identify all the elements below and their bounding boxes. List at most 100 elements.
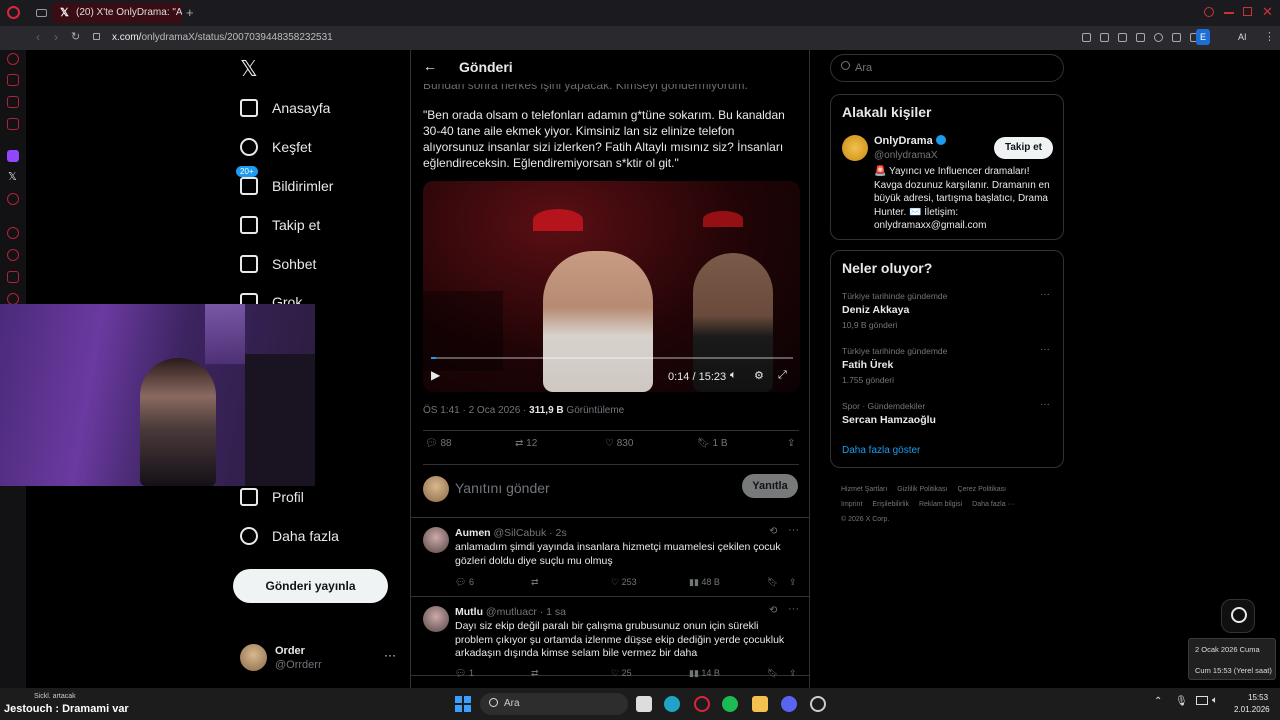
sidebar-icon[interactable] — [7, 96, 19, 108]
network-icon[interactable] — [1196, 696, 1208, 705]
discord-icon[interactable] — [781, 696, 797, 712]
footer-link[interactable]: Çerez Politikası — [957, 486, 1006, 493]
sidebar-icon[interactable] — [7, 227, 19, 239]
volume-icon[interactable]: 🔈︎ — [1212, 695, 1218, 706]
more-icon[interactable]: ··· — [788, 603, 799, 615]
trend-item[interactable]: Spor · Gündemdekiler Sercan Hamzaoğlu ··· — [842, 399, 1054, 449]
new-tab-button[interactable]: + — [186, 5, 194, 20]
volume-icon[interactable]: 🔈︎ — [730, 369, 737, 382]
footer-link[interactable]: Erişilebilirlik — [872, 501, 909, 508]
taskbar-date[interactable]: 2.01.2026 — [1234, 705, 1270, 714]
avatar[interactable] — [423, 606, 449, 632]
nav-item-sohbet[interactable]: Sohbet — [240, 250, 316, 278]
sidebar-icon[interactable] — [7, 53, 19, 65]
views-icon[interactable]: ▮▮ 48 B — [689, 577, 720, 588]
taskbar-search[interactable]: Ara — [480, 693, 628, 715]
reply-author[interactable]: Aumen — [455, 527, 491, 539]
bookmark-icon[interactable]: 🔖︎ — [767, 668, 778, 679]
bookmark-icon[interactable]: 🔖︎ 1 B — [697, 438, 728, 449]
extension-e-icon[interactable]: E — [1196, 29, 1210, 45]
like-icon[interactable]: ♡ 25 — [611, 668, 632, 679]
avatar[interactable] — [842, 135, 868, 161]
reply-item[interactable]: Mutlu @mutluacr · 1 sa ⟲ ··· Dayı siz ekip … — [411, 598, 809, 679]
sidebar-icon[interactable] — [7, 193, 19, 205]
more-icon[interactable]: ··· — [1040, 289, 1050, 300]
nav-item-daha-fazla[interactable]: Daha fazla — [240, 522, 339, 550]
repost-icon[interactable]: ⇄ 12 — [515, 438, 537, 449]
trend-item[interactable]: Türkiye tarihinde gündemde Fatih Ürek 1.75… — [842, 344, 1054, 394]
back-icon[interactable]: ‹ — [36, 30, 40, 44]
more-icon[interactable]: ··· — [1040, 399, 1050, 410]
video-progress-track[interactable] — [431, 357, 793, 359]
window-search-icon[interactable] — [1204, 7, 1214, 17]
reply-author[interactable]: Mutlu — [455, 606, 483, 618]
x-logo-icon[interactable]: 𝕏 — [240, 56, 258, 82]
fullscreen-icon[interactable]: ⤢ — [778, 369, 787, 382]
more-icon[interactable]: ··· — [1040, 344, 1050, 355]
share-icon[interactable]: ⇪ — [787, 438, 795, 449]
repost-icon[interactable]: ⇄ — [531, 577, 539, 588]
menu-icon[interactable]: ⋮ — [1264, 30, 1275, 43]
search-input[interactable]: Ara — [855, 62, 872, 74]
opera-icon[interactable] — [694, 696, 710, 712]
grok-icon[interactable]: ⟲ — [769, 526, 777, 537]
x-sidebar-icon[interactable]: 𝕏 — [8, 170, 17, 183]
reply-input[interactable]: Yanıtını gönder — [455, 480, 550, 496]
repost-icon[interactable]: ⇄ — [531, 668, 539, 679]
twitch-icon[interactable] — [7, 150, 19, 162]
sidebar-icon[interactable] — [7, 271, 19, 283]
maximize-icon[interactable] — [1243, 7, 1252, 16]
back-arrow-icon[interactable]: ← — [423, 58, 437, 74]
share-icon[interactable]: ⇪ — [789, 668, 797, 679]
reply-item[interactable]: Aumen @SilCabuk · 2s ⟲ ··· anlamadım şimdi … — [411, 519, 809, 597]
search-box[interactable]: Ara — [830, 54, 1064, 82]
nav-item-profil[interactable]: Profil — [240, 483, 304, 511]
footer-link[interactable]: Gizlilik Politikası — [897, 486, 947, 493]
tab-active[interactable]: 𝕏 (20) X'te OnlyDrama: "Ata — [52, 3, 182, 23]
video-player[interactable]: ▶ 0:14 / 15:23 🔈︎ ⚙ ⤢ — [423, 181, 800, 392]
grok-float-button[interactable] — [1221, 599, 1255, 633]
minimize-icon[interactable] — [1224, 12, 1234, 14]
play-icon[interactable]: ▶ — [431, 368, 440, 382]
more-icon[interactable]: ··· — [788, 524, 799, 536]
post-button[interactable]: Gönderi yayınla — [233, 569, 388, 603]
file-explorer-icon[interactable] — [752, 696, 768, 712]
reply-button[interactable]: Yanıtla — [742, 474, 798, 498]
footer-link[interactable]: © 2026 X Corp. — [841, 516, 889, 523]
account-switcher[interactable]: Order @Orrderr ··· — [240, 642, 410, 682]
sidebar-icon[interactable] — [7, 74, 19, 86]
windows-start-icon[interactable] — [455, 696, 471, 712]
taskbar-time[interactable]: 15:53 — [1248, 693, 1268, 702]
follow-button[interactable]: Takip et — [994, 137, 1053, 159]
grok-icon[interactable]: ⟲ — [769, 605, 777, 616]
tray-chevron-icon[interactable]: ⌃ — [1154, 696, 1162, 707]
views-icon[interactable]: ▮▮ 14 B — [689, 668, 720, 679]
account-more-icon[interactable]: ··· — [384, 648, 396, 662]
forward-icon[interactable]: › — [54, 30, 58, 44]
footer-link[interactable]: Daha fazla ··· — [972, 501, 1014, 508]
nav-item-anasayfa[interactable]: Anasayfa — [240, 94, 330, 122]
close-icon[interactable]: ✕ — [1262, 4, 1273, 20]
bookmark-icon[interactable]: 🔖︎ — [767, 577, 778, 588]
opera-logo-icon[interactable] — [7, 6, 20, 19]
nav-item-keşfet[interactable]: Keşfet — [240, 133, 312, 161]
share-icon[interactable]: ⇪ — [789, 577, 797, 588]
reply-icon[interactable]: 💬︎ 1 — [455, 668, 474, 679]
nav-item-takip-et[interactable]: Takip et — [240, 211, 320, 239]
reply-icon[interactable]: 💬︎ 88 — [425, 438, 452, 449]
avatar[interactable] — [423, 527, 449, 553]
spotify-icon[interactable] — [722, 696, 738, 712]
tab-list-icon[interactable] — [36, 9, 47, 17]
sidebar-icon[interactable] — [7, 118, 19, 130]
extensions-icons[interactable] — [1082, 33, 1212, 43]
edge-icon[interactable] — [664, 696, 680, 712]
footer-link[interactable]: Reklam bilgisi — [919, 501, 962, 508]
settings-icon[interactable]: ⚙ — [754, 369, 764, 382]
nav-item-bildirimler[interactable]: 20+ Bildirimler — [236, 166, 333, 200]
like-icon[interactable]: ♡ 830 — [605, 438, 633, 449]
url-field[interactable]: x.com/onlydramaX/status/2007039448358232… — [112, 32, 333, 43]
ai-icon[interactable]: AI — [1238, 32, 1247, 42]
reload-icon[interactable]: ↻ — [71, 30, 80, 43]
mic-icon[interactable]: 🎙︎ — [1175, 696, 1188, 707]
sidebar-icon[interactable] — [7, 249, 19, 261]
